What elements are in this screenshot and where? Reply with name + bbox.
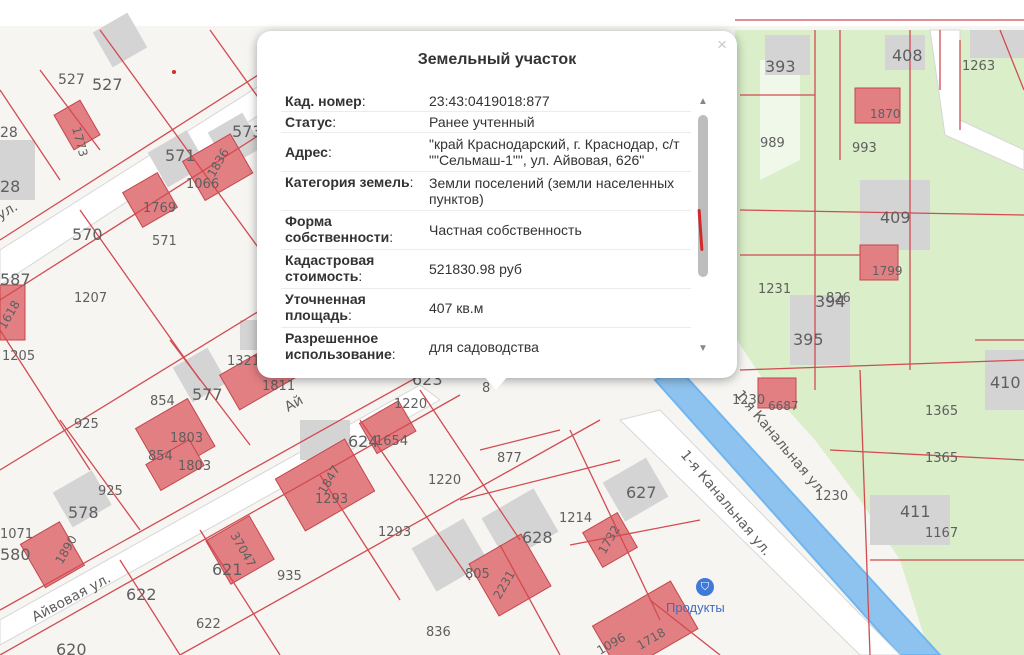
parcel-number: 628 xyxy=(522,528,553,547)
parcel-number: 1365 xyxy=(925,451,958,466)
parcel-number: 1263 xyxy=(962,59,995,74)
parcel-number: 1799 xyxy=(872,264,903,278)
parcel-number: 1071 xyxy=(0,527,33,542)
parcel-number: 1220 xyxy=(428,473,461,488)
parcel-number: 622 xyxy=(196,617,221,632)
parcel-number: 1167 xyxy=(925,526,958,541)
info-row-permitted-use: Разрешенное использование: для садоводст… xyxy=(281,328,691,361)
parcel-number: 854 xyxy=(150,394,175,409)
parcel-number: 394 xyxy=(815,292,846,311)
info-label: Форма собственности: xyxy=(285,213,394,245)
info-value: для садоводства xyxy=(429,339,539,355)
map-marker-dot xyxy=(172,70,176,74)
parcel-number: 621 xyxy=(212,560,243,579)
parcel-number: 395 xyxy=(793,330,824,349)
info-row-status: Статус: Ранее учтенный xyxy=(281,112,691,133)
parcel-number: 28 xyxy=(0,125,18,141)
info-value: Ранее учтенный xyxy=(429,114,535,130)
info-table[interactable]: Кад. номер: 23:43:0419018:877 Статус: Ра… xyxy=(281,91,691,361)
info-value: Частная собственность xyxy=(429,222,582,238)
info-label: Разрешенное использование: xyxy=(285,330,396,361)
parcel-number: 571 xyxy=(152,234,177,249)
parcel-number: 410 xyxy=(990,373,1021,392)
parcel-number: 411 xyxy=(900,502,931,521)
parcel-number: 1803 xyxy=(170,431,203,446)
info-label: Кадастровая стоимость: xyxy=(285,252,375,284)
parcel-number: 409 xyxy=(880,208,911,227)
parcel-number: 1220 xyxy=(394,397,427,412)
parcel-number: 805 xyxy=(465,567,490,582)
parcel-number: 1293 xyxy=(378,525,411,540)
parcel-number: 993 xyxy=(852,141,877,156)
parcel-number: 624 xyxy=(348,432,379,451)
popup-pointer xyxy=(484,376,508,390)
parcel-number: 393 xyxy=(765,57,796,76)
info-label: Статус: xyxy=(285,114,337,130)
info-row-land-category: Категория земель: Земли поселений (земли… xyxy=(281,172,691,211)
info-label: Уточненная площадь: xyxy=(285,291,366,323)
popup-title: Земельный участок xyxy=(417,51,577,68)
parcel-number: 925 xyxy=(98,484,123,499)
info-row-area: Уточненная площадь: 407 кв.м xyxy=(281,289,691,328)
parcel-number: 1654 xyxy=(375,434,408,449)
info-value: "край Краснодарский, г. Краснодар, с/т "… xyxy=(429,136,680,168)
info-value: 521830.98 руб xyxy=(429,261,522,277)
info-row-cadastral-value: Кадастровая стоимость: 521830.98 руб xyxy=(281,250,691,289)
parcel-number: 527 xyxy=(92,75,123,94)
parcel-number: 935 xyxy=(277,569,302,584)
parcel-number: 571 xyxy=(165,146,196,165)
shopping-basket-icon[interactable]: ⛉ xyxy=(696,578,714,596)
parcel-number: 1205 xyxy=(2,349,35,364)
parcel-number: 989 xyxy=(760,136,785,151)
parcel-number: 6687 xyxy=(768,399,799,413)
info-label: Кад. номер: xyxy=(285,93,366,109)
parcel-number: 408 xyxy=(892,46,923,65)
scrollbar-thumb[interactable] xyxy=(698,115,708,277)
parcel-number: 577 xyxy=(192,385,223,404)
parcel-number: 1811 xyxy=(262,379,295,394)
scroll-down-arrow-icon[interactable]: ▼ xyxy=(696,344,710,354)
info-label: Категория земель: xyxy=(285,174,414,190)
info-value: Земли поселений (земли населенных пункто… xyxy=(429,175,675,207)
poi-label[interactable]: Продукты xyxy=(666,600,725,615)
parcel-number: 877 xyxy=(497,451,522,466)
info-label: Адрес: xyxy=(285,144,332,160)
parcel-number: 1870 xyxy=(870,107,901,121)
parcel-number: 587 xyxy=(0,270,31,289)
parcel-number: 570 xyxy=(72,225,103,244)
parcel-info-popup: × Земельный участок Кад. номер: 23:43:04… xyxy=(257,31,737,378)
parcel-number: 836 xyxy=(426,625,451,640)
info-value: 407 кв.м xyxy=(429,300,484,316)
parcel-number: 1066 xyxy=(186,177,219,192)
parcel-number: 1231 xyxy=(758,282,791,297)
info-row-address: Адрес: "край Краснодарский, г. Краснодар… xyxy=(281,133,691,172)
parcel-number: 578 xyxy=(68,503,99,522)
info-value: 23:43:0419018:877 xyxy=(429,93,550,109)
parcel-number: 620 xyxy=(56,640,87,655)
parcel-number: 622 xyxy=(126,585,157,604)
parcel-number: 1769 xyxy=(143,201,176,216)
parcel-number: 580 xyxy=(0,545,31,564)
parcel-number: 1207 xyxy=(74,291,107,306)
parcel-number: 627 xyxy=(626,483,657,502)
scroll-up-arrow-icon[interactable]: ▲ xyxy=(696,97,710,107)
parcel-number: 28 xyxy=(0,177,20,196)
parcel-number: 1293 xyxy=(315,492,348,507)
parcel-number: 1365 xyxy=(925,404,958,419)
parcel-number: 925 xyxy=(74,417,99,432)
parcel-number: 1214 xyxy=(559,511,592,526)
parcel-number: 1803 xyxy=(178,459,211,474)
parcel-number: 527 xyxy=(58,72,85,88)
parcel-number: 1321 xyxy=(227,354,260,369)
info-row-cadastral-number: Кад. номер: 23:43:0419018:877 xyxy=(281,91,691,112)
info-row-ownership: Форма собственности: Частная собственнос… xyxy=(281,211,691,250)
parcel-number: 854 xyxy=(148,449,173,464)
